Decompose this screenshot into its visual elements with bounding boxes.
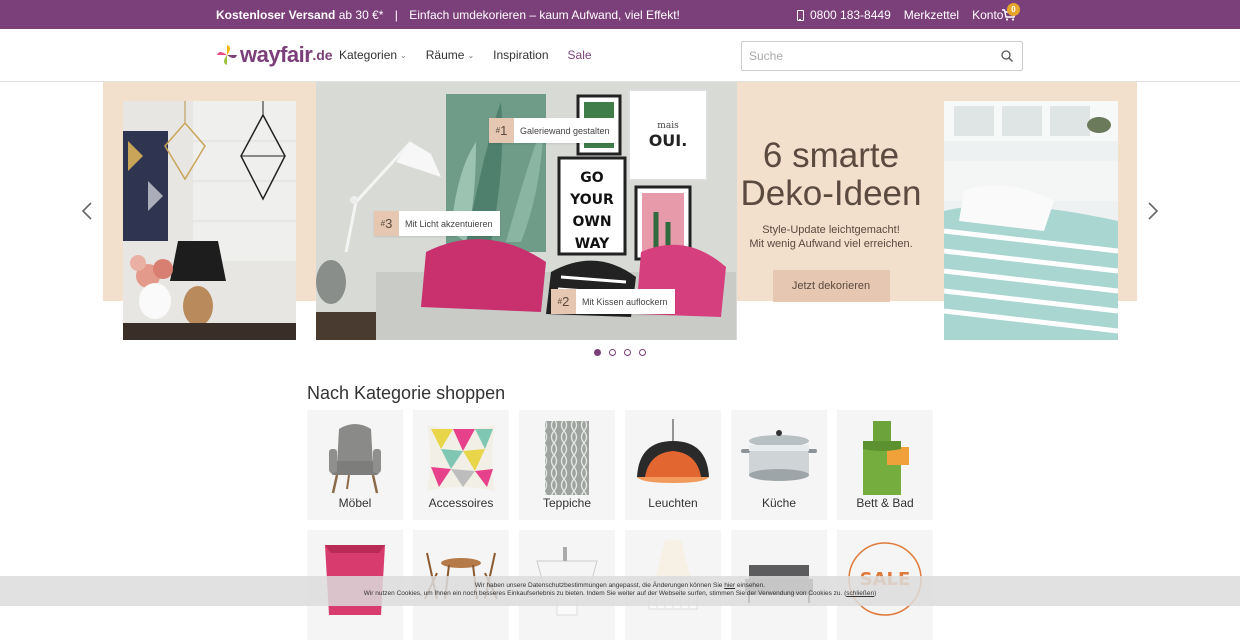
tag-lighting[interactable]: #3 Mit Licht akzentuieren — [374, 211, 500, 236]
category-label: Küche — [761, 496, 797, 510]
slide-text-panel: 6 smarte Deko-Ideen Style-Update leichtg… — [737, 82, 925, 302]
category-tile-accessoires[interactable]: Accessoires — [413, 410, 509, 520]
category-section-title: Nach Kategorie shoppen — [307, 383, 506, 403]
tag-cushions[interactable]: #2 Mit Kissen auflockern — [551, 289, 675, 314]
category-label: Accessoires — [428, 496, 494, 510]
tag-text: Mit Licht akzentuieren — [405, 218, 493, 229]
tag-text: Mit Kissen auflockern — [582, 296, 668, 307]
carousel-next-arrow-icon[interactable] — [1146, 202, 1160, 220]
logo-pinwheel-icon — [217, 45, 237, 65]
tag-text: Galeriewand gestalten — [520, 125, 610, 136]
logo-tld: .de — [312, 47, 333, 63]
next-slide-image[interactable] — [944, 101, 1118, 340]
cushion-icon — [427, 425, 495, 491]
slide-subline: Style-Update leichtgemacht! Mit wenig Au… — [737, 223, 925, 251]
cookie-usage-text: Wir nutzen Cookies, um Ihnen ein noch be… — [363, 590, 843, 597]
nav-raeume[interactable]: Räume ⌄ — [426, 48, 474, 62]
svg-text:OWN: OWN — [572, 214, 611, 230]
watchlist-link[interactable]: Merkzettel — [904, 8, 959, 22]
cookie-privacy-text-end: einsehen. — [736, 582, 766, 589]
promo-separator: | — [394, 8, 398, 22]
svg-text:GO: GO — [580, 170, 603, 186]
tag-number-value: 3 — [385, 216, 393, 231]
cookie-privacy-link[interactable]: hier — [724, 582, 735, 589]
slide-subline-1: Style-Update leichtgemacht! — [762, 224, 900, 236]
rug-icon — [545, 421, 589, 495]
phone-icon — [797, 9, 804, 21]
bedroom-illustration — [944, 101, 1118, 340]
nav-kategorien[interactable]: Kategorien ⌄ — [339, 48, 407, 62]
cooking-pot-icon — [741, 430, 817, 481]
armchair-icon — [329, 424, 381, 494]
cart-count-badge: 0 — [1007, 3, 1020, 16]
search-icon[interactable] — [1001, 50, 1013, 62]
carousel-dot-2[interactable] — [609, 349, 616, 356]
carousel-dot-4[interactable] — [639, 349, 646, 356]
carousel-dot-3[interactable] — [624, 349, 631, 356]
chevron-down-icon: ⌄ — [400, 50, 407, 60]
cookie-line-1: Wir haben unsere Datenschutzbestimmungen… — [0, 582, 1240, 590]
category-label: Leuchten — [648, 496, 698, 510]
category-tile-kueche[interactable]: Küche — [731, 410, 827, 520]
promo-slogan: Einfach umdekorieren – kaum Aufwand, vie… — [409, 8, 680, 22]
carousel-prev-arrow-icon[interactable] — [80, 202, 94, 220]
category-tile-leuchten[interactable]: Leuchten — [625, 410, 721, 520]
lamp-decor-illustration — [123, 101, 296, 340]
slide-subline-2: Mit wenig Aufwand viel erreichen. — [749, 238, 913, 250]
site-header: wayfair .de Kategorien ⌄ Räume ⌄ Inspira… — [0, 29, 1240, 82]
search-input[interactable] — [742, 42, 982, 70]
bedding-icon — [863, 421, 909, 495]
account-link[interactable]: Konto — [972, 8, 1003, 22]
tag-number: #1 — [489, 118, 514, 143]
hotline[interactable]: 0800 183-8449 — [797, 8, 891, 22]
search-box — [741, 41, 1023, 71]
nav-sale[interactable]: Sale — [568, 48, 592, 62]
carousel-dots — [594, 349, 646, 356]
cart-button[interactable]: 0 — [1002, 3, 1024, 24]
category-tile-bett-bad[interactable]: Bett & Bad — [837, 410, 933, 520]
nav-inspiration[interactable]: Inspiration — [493, 48, 548, 62]
pendant-lamp-icon — [637, 419, 709, 483]
shipping-threshold: ab 30 €* — [338, 8, 384, 22]
svg-text:mais: mais — [657, 121, 679, 131]
wayfair-logo[interactable]: wayfair .de — [216, 42, 333, 68]
cookie-close-link[interactable]: schließen — [846, 590, 874, 597]
deco-ideas-photo: mais OUI. GO YOUR OWN WAY # 1 Galeriewan… — [316, 82, 737, 340]
tag-number-value: 1 — [500, 123, 508, 138]
main-nav: Kategorien ⌄ Räume ⌄ Inspiration Sale — [339, 48, 611, 62]
chevron-down-icon: ⌄ — [467, 50, 475, 60]
svg-text:WAY: WAY — [575, 236, 610, 252]
active-slide[interactable]: mais OUI. GO YOUR OWN WAY # 1 Galeriewan… — [316, 82, 925, 340]
prev-slide-image[interactable] — [123, 101, 296, 340]
slide-headline: 6 smarte Deko-Ideen — [740, 136, 922, 213]
carousel-dot-1[interactable] — [594, 349, 601, 356]
cookie-line-2: Wir nutzen Cookies, um Ihnen ein noch be… — [363, 590, 877, 597]
hero-carousel: mais OUI. GO YOUR OWN WAY # 1 Galeriewan… — [0, 82, 1240, 362]
free-shipping-label: Kostenloser Versand — [216, 8, 336, 22]
tag-number: #3 — [374, 211, 399, 236]
cookie-notice: Wir haben unsere Datenschutzbestimmungen… — [0, 576, 1240, 606]
logo-wordmark: wayfair — [240, 42, 313, 67]
category-label: Möbel — [338, 496, 372, 510]
nav-kategorien-label: Kategorien — [339, 48, 398, 62]
cookie-privacy-text: Wir haben unsere Datenschutzbestimmungen… — [474, 582, 723, 589]
category-tile-teppiche[interactable]: Teppiche — [519, 410, 615, 520]
top-promo-bar: Kostenloser Versand ab 30 €* | Einfach u… — [0, 0, 1240, 29]
hotline-number: 0800 183-8449 — [810, 8, 891, 22]
tag-gallery-wall[interactable]: #1 Galeriewand gestalten — [489, 118, 617, 143]
nav-raeume-label: Räume — [425, 48, 465, 62]
category-tile-moebel[interactable]: Möbel — [307, 410, 403, 520]
svg-text:OUI.: OUI. — [649, 131, 688, 150]
category-label: Teppiche — [542, 496, 592, 510]
slide-cta-button[interactable]: Jetzt dekorieren — [772, 270, 890, 302]
top-links: 0800 183-8449 Merkzettel Konto — [797, 8, 1016, 22]
shipping-promo: Kostenloser Versand ab 30 €* | Einfach u… — [216, 8, 680, 22]
tag-number-value: 2 — [562, 294, 570, 309]
category-label: Bett & Bad — [856, 496, 914, 510]
svg-text:YOUR: YOUR — [569, 192, 614, 208]
tag-number: #2 — [551, 289, 576, 314]
